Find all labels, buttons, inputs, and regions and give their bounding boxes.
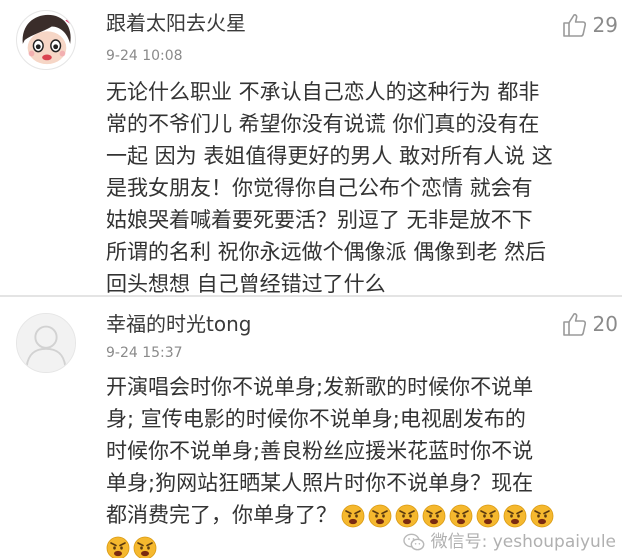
emoji-group [341, 504, 554, 528]
comment-line: 无论什么职业 不承认自己恋人的这种行为 都非 [106, 80, 540, 104]
emoji-group [106, 536, 157, 558]
comment-line: 姑娘哭着喊着要死要活？别逗了 无非是放不下 [106, 208, 533, 232]
comment-line: 常的不爷们儿 希望你没有说谎 你们真的没有在 [106, 112, 540, 136]
comment-line: 是我女朋友！你觉得你自己公布个恋情 就会有 [106, 176, 533, 200]
angry-face-emoji-icon [422, 504, 446, 528]
angry-face-emoji-icon [395, 504, 419, 528]
angry-face-emoji-icon [476, 504, 500, 528]
comment-line: 一起 因为 表姐值得更好的男人 敢对所有人说 这 [106, 144, 553, 168]
angry-face-emoji-icon [503, 504, 527, 528]
username[interactable]: 跟着太阳去火星 [106, 8, 246, 38]
wechat-watermark: 微信号: yeshoupaiyule [402, 530, 616, 554]
like-button[interactable]: 20 [561, 309, 618, 339]
comment-line: 所谓的名利 祝你永远做个偶像派 偶像到老 然后 [106, 240, 547, 264]
cartoon-girl-avatar-icon [17, 11, 75, 69]
angry-face-emoji-icon [133, 536, 157, 558]
like-button[interactable]: 29 [561, 10, 618, 40]
watermark-text: 微信号: yeshoupaiyule [430, 532, 616, 552]
thumbs-up-icon [562, 313, 586, 336]
angry-face-emoji-icon [449, 504, 473, 528]
comment-line-with-emoji: 都消费完了，你单身了？ [106, 499, 616, 531]
default-user-avatar-icon [17, 314, 75, 372]
comment-line: 都消费完了，你单身了？ [106, 503, 337, 527]
user-avatar[interactable] [16, 313, 76, 373]
comment-list: 跟着太阳去火星 9-24 10:08 29 无论什么职业 不承认自己恋人的这种行… [0, 0, 622, 558]
like-count: 29 [592, 13, 618, 37]
user-avatar[interactable] [16, 10, 76, 70]
comment-timestamp: 9-24 15:37 [106, 345, 183, 361]
angry-face-emoji-icon [341, 504, 365, 528]
thumbs-up-icon [562, 14, 586, 37]
angry-face-emoji-icon [368, 504, 392, 528]
comment-body: 无论什么职业 不承认自己恋人的这种行为 都非 常的不爷们儿 希望你没有说谎 你们… [106, 76, 616, 300]
comment-item: 跟着太阳去火星 9-24 10:08 29 无论什么职业 不承认自己恋人的这种行… [0, 0, 622, 296]
comment-line: 时候你不说单身;善良粉丝应援米花蓝时你不说 [106, 439, 534, 463]
like-count: 20 [592, 312, 618, 336]
comment-line: 开演唱会时你不说单身;发新歌的时候你不说单 [106, 375, 534, 399]
angry-face-emoji-icon [106, 536, 130, 558]
username[interactable]: 幸福的时光tong [106, 309, 251, 339]
comment-item: 幸福的时光tong 9-24 15:37 20 开演唱会时你不说单身;发新歌的时… [0, 297, 622, 558]
comment-line: 身; 宣传电影的时候你不说单身;电视剧发布的 [106, 407, 526, 431]
comment-timestamp: 9-24 10:08 [106, 48, 183, 64]
wechat-icon [402, 533, 424, 551]
comment-line: 单身;狗网站狂晒某人照片时你不说单身？现在 [106, 471, 534, 495]
angry-face-emoji-icon [530, 504, 554, 528]
